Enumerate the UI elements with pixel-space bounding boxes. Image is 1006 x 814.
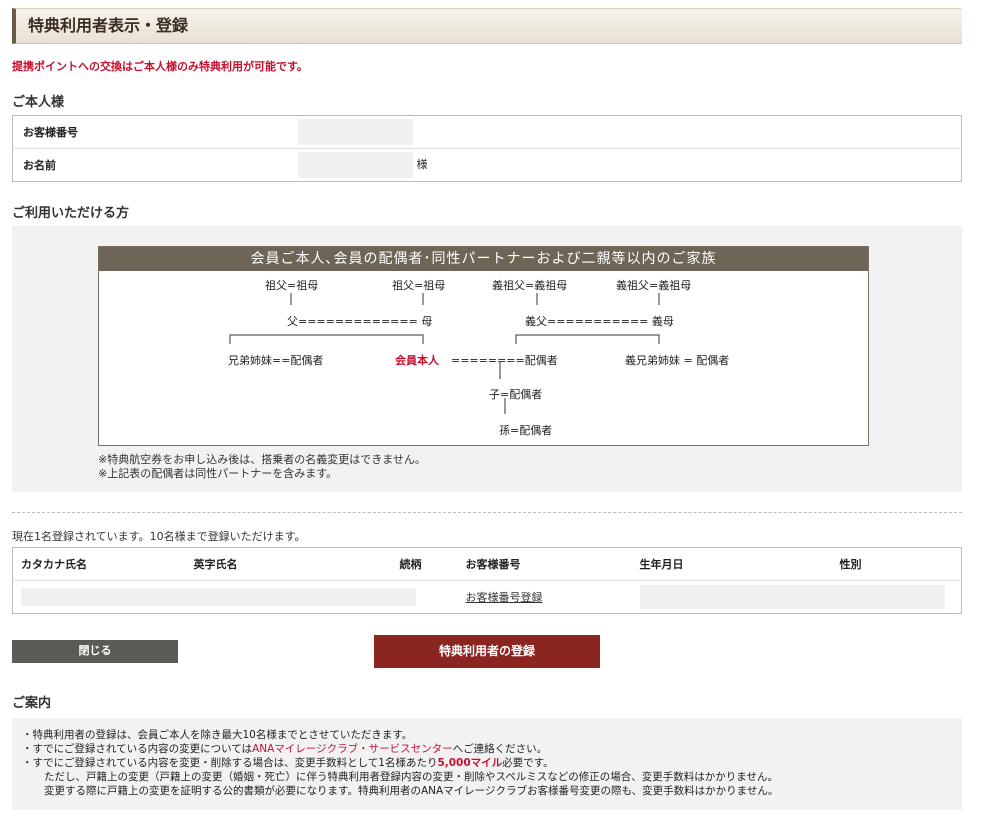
family-diagram-panel: 会員ご本人､会員の配偶者･同性パートナーおよび二親等以内のご家族 祖父=祖母 祖… (12, 226, 962, 492)
customer-number-row: お客様番号 (12, 115, 962, 149)
guide-heading: ご案内 (12, 696, 52, 711)
redacted-value (639, 585, 945, 609)
exchange-notice: 提携ポイントへの交換はご本人様のみ特典利用が可能です。 (12, 60, 308, 73)
guide-line: ・すでにご登録されている内容の変更についてはANAマイレージクラブ・サービスセン… (22, 742, 952, 756)
section-divider (12, 512, 962, 513)
fee-amount: 5,000マイル (437, 757, 503, 769)
column-header: 生年月日 (631, 547, 832, 581)
self-info-table: お客様番号 お名前 様 (12, 115, 962, 182)
family-tree-diagram: 会員ご本人､会員の配偶者･同性パートナーおよび二親等以内のご家族 祖父=祖母 祖… (98, 246, 869, 446)
redacted-value (297, 119, 413, 145)
name-row: お名前 様 (13, 149, 962, 182)
page-title: 特典利用者表示・登録 (12, 8, 962, 44)
guide-line: ・特典利用者の登録は、会員ご本人を除き最大10名様までとさせていただきます。 (22, 729, 413, 741)
close-button[interactable]: 閉じる (12, 640, 178, 663)
inlaw-parents-node: 義父=========== 義母 (525, 315, 674, 328)
inlaw-grandparents-node: 義祖父=義祖母 (616, 279, 692, 292)
eligible-section-heading: ご利用いただける方 (12, 206, 130, 221)
grandchild-node: 孫=配偶者 (499, 424, 553, 437)
grandparents-node: 祖父=祖母 (265, 279, 319, 292)
registered-count-text: 現在1名登録されています。10名様まで登録いただけます。 (12, 530, 306, 543)
parents-node: 父============= 母 (287, 315, 433, 328)
column-header: 英字氏名 (185, 547, 392, 581)
name-label: お名前 (23, 159, 56, 172)
guide-text: へご連絡ください。 (452, 743, 548, 755)
table-row: お客様番号登録 (13, 581, 962, 614)
column-header: 性別 (831, 547, 962, 581)
member-node: 会員本人 (395, 354, 439, 367)
inlaw-siblings-node: 義兄弟姉妹 = 配偶者 (625, 354, 730, 367)
diagram-note: ※上記表の配偶者は同性パートナーを含みます。 (98, 467, 338, 480)
siblings-node: 兄弟姉妹==配偶者 (228, 354, 324, 367)
guide-text: 必要です。 (502, 757, 554, 769)
diagram-title: 会員ご本人､会員の配偶者･同性パートナーおよび二親等以内のご家族 (99, 247, 868, 271)
self-section-heading: ご本人様 (12, 95, 65, 110)
redacted-name-cell (13, 581, 458, 614)
redacted-value (297, 152, 413, 178)
column-header: 続柄 (391, 547, 458, 581)
customer-number-label: お客様番号 (12, 115, 298, 149)
guide-text: ・すでにご登録されている内容の変更については (22, 743, 253, 755)
customer-number-value (297, 115, 962, 149)
redacted-value (21, 588, 416, 606)
guide-line: ・すでにご登録されている内容を変更・削除する場合は、変更手数料として1名様あたり… (22, 756, 952, 770)
name-suffix: 様 (416, 158, 428, 171)
member-spouse-node: ========配偶者 (451, 354, 558, 367)
name-value: 様 (297, 149, 962, 182)
service-center-link[interactable]: ANAマイレージクラブ・サービスセンター (252, 743, 453, 755)
column-header: お客様番号 (457, 547, 632, 581)
register-beneficiary-button[interactable]: 特典利用者の登録 (374, 635, 600, 668)
child-node: 子=配偶者 (489, 388, 543, 401)
redacted-birthdate-cell (632, 581, 962, 614)
grandparents-node: 祖父=祖母 (392, 279, 446, 292)
guide-panel: ・特典利用者の登録は、会員ご本人を除き最大10名様までとさせていただきます。 ・… (12, 718, 962, 810)
inlaw-grandparents-node: 義祖父=義祖母 (492, 279, 568, 292)
guide-line: ただし、戸籍上の変更（戸籍上の変更（婚姻・死亡）に伴う特典利用者登録内容の変更・… (44, 771, 778, 783)
customer-number-cell: お客様番号登録 (458, 581, 632, 614)
guide-line: 変更する際に戸籍上の変更を証明する公的書類が必要になります。特典利用者のANAマ… (44, 785, 779, 797)
guide-text: ・すでにご登録されている内容を変更・削除する場合は、変更手数料として1名様あたり (22, 757, 438, 769)
table-header-row: カタカナ氏名 英字氏名 続柄 お客様番号 生年月日 性別 (12, 547, 962, 581)
register-customer-number-link[interactable]: お客様番号登録 (466, 591, 543, 604)
registered-users-table: カタカナ氏名 英字氏名 続柄 お客様番号 生年月日 性別 お客様番号登録 (12, 547, 962, 614)
column-header: カタカナ氏名 (12, 547, 186, 581)
